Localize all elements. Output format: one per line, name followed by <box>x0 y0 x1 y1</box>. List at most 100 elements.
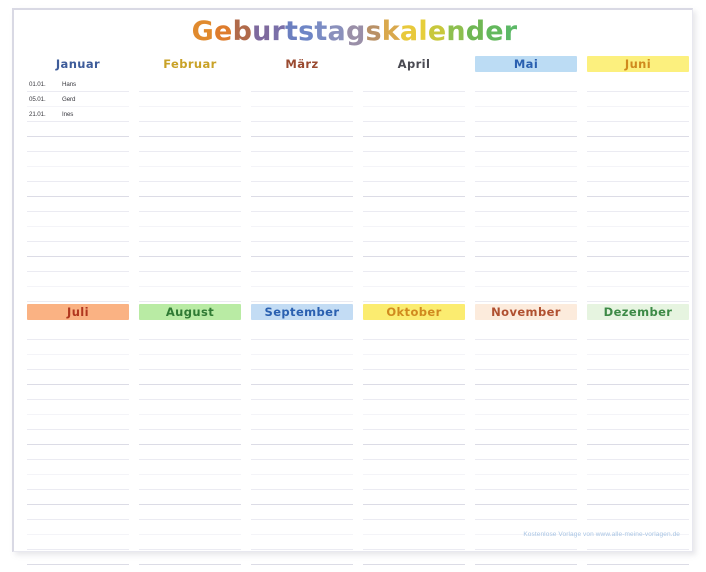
entry-row[interactable] <box>587 287 689 302</box>
entry-row[interactable] <box>27 182 129 197</box>
entry-row[interactable] <box>475 212 577 227</box>
entry-row[interactable] <box>587 475 689 490</box>
entry-row[interactable] <box>139 520 241 535</box>
entry-row[interactable] <box>27 325 129 340</box>
month-header-august[interactable]: August <box>139 304 241 320</box>
entry-row[interactable] <box>587 122 689 137</box>
entry-row[interactable] <box>251 107 353 122</box>
entry-row[interactable] <box>587 385 689 400</box>
entry-row[interactable] <box>363 107 465 122</box>
entry-row[interactable] <box>27 460 129 475</box>
entry-row[interactable] <box>139 430 241 445</box>
entry-row[interactable] <box>363 520 465 535</box>
entry-row[interactable] <box>139 385 241 400</box>
entry-row[interactable] <box>27 167 129 182</box>
entry-row[interactable] <box>139 197 241 212</box>
month-header-oktober[interactable]: Oktober <box>363 304 465 320</box>
entry-row[interactable] <box>363 445 465 460</box>
entry-row[interactable] <box>475 325 577 340</box>
entry-row[interactable] <box>587 355 689 370</box>
month-header-mai[interactable]: Mai <box>475 56 577 72</box>
entry-row[interactable] <box>475 355 577 370</box>
entry-row[interactable] <box>27 197 129 212</box>
entry-row[interactable] <box>363 272 465 287</box>
entry-row[interactable] <box>475 370 577 385</box>
entry-row[interactable] <box>251 535 353 550</box>
entry-row[interactable] <box>363 287 465 302</box>
entry-row[interactable] <box>587 182 689 197</box>
entry-row[interactable] <box>587 370 689 385</box>
entry-row[interactable] <box>475 122 577 137</box>
month-header-februar[interactable]: Februar <box>139 56 241 72</box>
entry-row[interactable] <box>139 355 241 370</box>
entry-row[interactable] <box>587 415 689 430</box>
month-header-november[interactable]: November <box>475 304 577 320</box>
entry-row[interactable] <box>139 182 241 197</box>
entry-row[interactable] <box>475 475 577 490</box>
entry-row[interactable] <box>139 167 241 182</box>
entry-row[interactable] <box>475 505 577 520</box>
entry-row[interactable] <box>363 122 465 137</box>
entry-row[interactable] <box>139 370 241 385</box>
entry-row[interactable] <box>475 92 577 107</box>
entry-row[interactable] <box>363 242 465 257</box>
entry-row[interactable] <box>587 490 689 505</box>
month-header-juni[interactable]: Juni <box>587 56 689 72</box>
entry-row[interactable] <box>587 197 689 212</box>
entry-row[interactable] <box>587 257 689 272</box>
entry-row[interactable] <box>363 227 465 242</box>
entry-row[interactable] <box>475 460 577 475</box>
entry-row[interactable] <box>475 167 577 182</box>
entry-row[interactable] <box>363 385 465 400</box>
entry-row[interactable] <box>475 77 577 92</box>
month-header-dezember[interactable]: Dezember <box>587 304 689 320</box>
entry-row[interactable] <box>139 152 241 167</box>
entry-row[interactable] <box>251 415 353 430</box>
entry-row[interactable] <box>475 152 577 167</box>
entry-row[interactable] <box>251 355 353 370</box>
entry-row[interactable] <box>475 242 577 257</box>
entry-row[interactable] <box>139 137 241 152</box>
entry-row[interactable] <box>139 460 241 475</box>
entry-row[interactable] <box>139 272 241 287</box>
entry-row[interactable] <box>27 370 129 385</box>
entry-row[interactable] <box>251 272 353 287</box>
entry-row[interactable] <box>251 242 353 257</box>
entry-row[interactable] <box>363 212 465 227</box>
entry-row[interactable] <box>587 137 689 152</box>
entry-row[interactable] <box>251 122 353 137</box>
entry-row[interactable] <box>363 257 465 272</box>
entry-row[interactable] <box>139 212 241 227</box>
entry-row[interactable] <box>587 400 689 415</box>
entry-row[interactable] <box>27 490 129 505</box>
entry-row[interactable] <box>139 287 241 302</box>
entry-row[interactable] <box>251 400 353 415</box>
entry-row[interactable] <box>251 197 353 212</box>
entry-row[interactable] <box>27 385 129 400</box>
entry-row[interactable]: 21.01. Ines <box>27 107 129 122</box>
entry-row[interactable] <box>251 520 353 535</box>
entry-row[interactable] <box>251 152 353 167</box>
entry-row[interactable] <box>27 445 129 460</box>
entry-row[interactable] <box>363 430 465 445</box>
entry-row[interactable] <box>27 227 129 242</box>
entry-row[interactable] <box>27 152 129 167</box>
entry-row[interactable] <box>27 415 129 430</box>
entry-row[interactable] <box>139 340 241 355</box>
entry-row[interactable] <box>27 355 129 370</box>
entry-row[interactable] <box>587 505 689 520</box>
entry-row[interactable] <box>251 325 353 340</box>
entry-row[interactable] <box>475 430 577 445</box>
entry-row[interactable] <box>363 152 465 167</box>
entry-row[interactable] <box>27 287 129 302</box>
entry-row[interactable] <box>139 107 241 122</box>
entry-row[interactable] <box>587 325 689 340</box>
entry-row[interactable] <box>587 272 689 287</box>
entry-row[interactable] <box>475 182 577 197</box>
entry-row[interactable] <box>363 475 465 490</box>
entry-row[interactable] <box>475 272 577 287</box>
entry-row[interactable] <box>587 242 689 257</box>
entry-row[interactable] <box>587 227 689 242</box>
month-header-januar[interactable]: Januar <box>27 56 129 72</box>
entry-row[interactable] <box>475 137 577 152</box>
